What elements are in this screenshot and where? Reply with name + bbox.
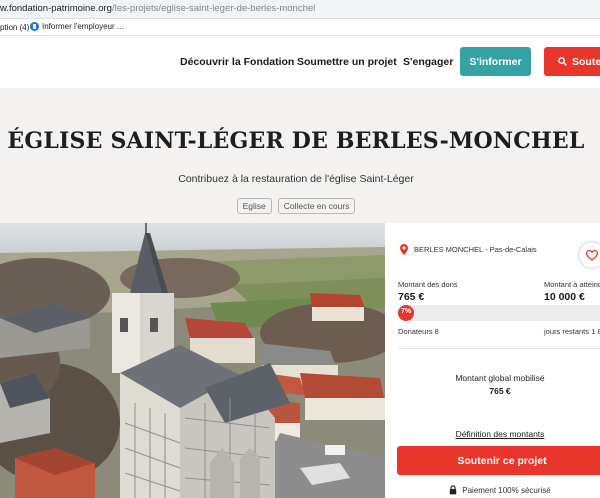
url-domain: w.fondation-patrimoine.org bbox=[0, 3, 112, 14]
tag-list: Eglise Collecte en cours bbox=[0, 198, 592, 214]
url-path: /les-projets/eglise-saint-leger-de-berle… bbox=[111, 3, 316, 14]
search-icon bbox=[558, 57, 567, 66]
location-pin-icon bbox=[400, 244, 408, 255]
tag-collecte[interactable]: Collecte en cours bbox=[277, 198, 356, 214]
tag-eglise[interactable]: Eglise bbox=[236, 198, 272, 214]
project-location: BERLES MONCHEL - Pas-de-Calais bbox=[400, 244, 537, 255]
progress-bar: 7% bbox=[398, 305, 600, 321]
bookmark-item-1[interactable]: ption (4) bbox=[0, 23, 29, 32]
global-amount-label: Montant global mobilisé bbox=[455, 373, 545, 383]
favorite-button[interactable] bbox=[578, 241, 600, 269]
card-divider bbox=[398, 348, 600, 349]
global-amount-value: 765 € bbox=[489, 386, 511, 396]
secure-payment-text: Paiement 100% sécurisé bbox=[462, 485, 551, 495]
support-project-label: Soutenir ce projet bbox=[457, 454, 547, 467]
church-illustration bbox=[0, 223, 385, 498]
lock-icon bbox=[450, 485, 457, 495]
url-text[interactable]: w.fondation-patrimoine.org/les-projets/e… bbox=[0, 3, 315, 14]
support-project-button[interactable]: Soutenir ce projet bbox=[397, 446, 600, 475]
nav-link-soumettre[interactable]: Soumettre un projet bbox=[297, 56, 397, 68]
inform-button[interactable]: S'informer bbox=[460, 47, 531, 76]
page-title: ÉGLISE SAINT-LÉGER DE BERLES-MONCHEL bbox=[7, 128, 585, 154]
location-text: BERLES MONCHEL - Pas-de-Calais bbox=[414, 245, 537, 254]
inform-button-label: S'informer bbox=[469, 55, 522, 68]
bookmark-item-2-label: Informer l'employeur ... bbox=[42, 22, 124, 31]
goal-label: Montant à atteindre bbox=[544, 280, 600, 289]
goal-value: 10 000 € bbox=[544, 291, 585, 303]
donation-card: BERLES MONCHEL - Pas-de-Calais Montant d… bbox=[386, 223, 600, 498]
nav-link-engager[interactable]: S'engager bbox=[403, 56, 453, 68]
bookmark-item-2[interactable]: Informer l'employeur ... bbox=[30, 22, 124, 31]
support-search-button[interactable]: Souter bbox=[544, 47, 600, 76]
page-subtitle: Contribuez à la restauration de l'église… bbox=[178, 173, 414, 185]
donors-count: Donateurs 8 bbox=[398, 327, 439, 336]
days-remaining: jours restants 1 812 bbox=[544, 327, 600, 336]
raised-label: Montant des dons bbox=[398, 280, 458, 289]
nav-link-decouvrir[interactable]: Découvrir la Fondation bbox=[180, 56, 294, 68]
heart-icon bbox=[586, 249, 598, 261]
browser-url-bar[interactable]: w.fondation-patrimoine.org/les-projets/e… bbox=[0, 0, 600, 19]
secure-payment-note: Paiement 100% sécurisé bbox=[386, 485, 600, 495]
bookmarks-bar: ption (4) Informer l'employeur ... bbox=[0, 19, 600, 36]
bookmark-favicon-icon bbox=[30, 22, 39, 31]
amounts-definition-link[interactable]: Définition des montants bbox=[386, 429, 600, 439]
hero-section: ÉGLISE SAINT-LÉGER DE BERLES-MONCHEL Con… bbox=[0, 88, 600, 223]
raised-value: 765 € bbox=[398, 291, 425, 303]
support-search-label: Souter bbox=[572, 55, 600, 68]
church-aerial-photo bbox=[0, 223, 385, 498]
progress-percent: 7% bbox=[401, 308, 412, 315]
